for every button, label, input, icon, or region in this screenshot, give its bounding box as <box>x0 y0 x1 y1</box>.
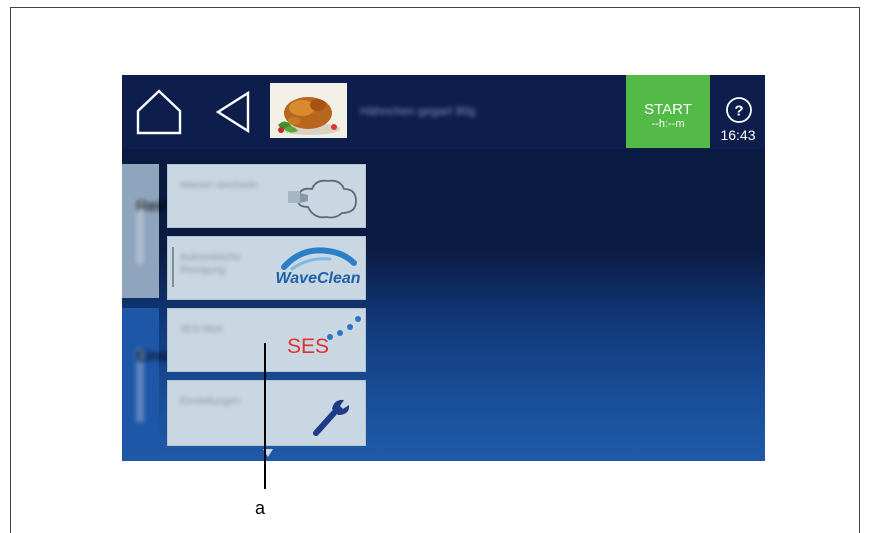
oven-control-screen: Hähnchen gegart 90g START --h:--m ? 16:4… <box>122 75 765 461</box>
frame-left-border <box>10 7 11 533</box>
start-label: START <box>644 101 692 118</box>
top-bar: Hähnchen gegart 90g START --h:--m ? 16:4… <box>122 75 765 149</box>
waveclean-logo: WaveClean <box>275 247 361 287</box>
callout-line <box>264 343 266 489</box>
tile-water-change[interactable]: Wasser wechseln <box>167 164 366 228</box>
program-food-image[interactable] <box>270 83 347 138</box>
callout-label: a <box>255 498 266 518</box>
home-button[interactable] <box>134 87 184 137</box>
start-button[interactable]: START --h:--m <box>626 75 710 148</box>
steam-cloud-icon <box>288 179 357 219</box>
help-button[interactable]: ? <box>725 96 753 124</box>
back-arrow-icon <box>215 90 250 134</box>
wrench-icon <box>313 399 350 436</box>
tile-label: Automatische Reinigung <box>180 252 241 276</box>
side-tab-label: Reinigung <box>136 198 208 264</box>
tile-divider <box>172 247 174 287</box>
side-tab-label: Einstellungen <box>136 348 232 422</box>
help-icon: ? <box>734 103 743 120</box>
start-timer: --h:--m <box>651 118 685 130</box>
home-icon <box>136 89 182 135</box>
back-button[interactable] <box>210 89 256 135</box>
tile-label: Wasser wechseln <box>180 180 258 191</box>
tile-ses[interactable]: SES Mod SES <box>167 308 366 372</box>
ses-bubbles-icon <box>327 316 361 340</box>
tile-settings[interactable]: Einstellungen <box>167 380 366 446</box>
program-name: Hähnchen gegart 90g <box>360 104 476 118</box>
tile-auto-clean[interactable]: Automatische Reinigung WaveClean <box>167 236 366 300</box>
frame-right-border <box>859 7 860 533</box>
side-tab-cleaning[interactable]: Reinigung <box>122 164 208 298</box>
side-tab-settings[interactable]: Einstellungen <box>122 308 232 456</box>
clock: 16:43 <box>720 127 756 143</box>
tile-label: SES Mod <box>180 324 223 335</box>
frame-top-border <box>10 7 860 8</box>
waveclean-logo-text: WaveClean <box>275 270 360 287</box>
tile-label: Einstellungen <box>180 396 241 407</box>
ses-logo: SES <box>287 335 330 358</box>
